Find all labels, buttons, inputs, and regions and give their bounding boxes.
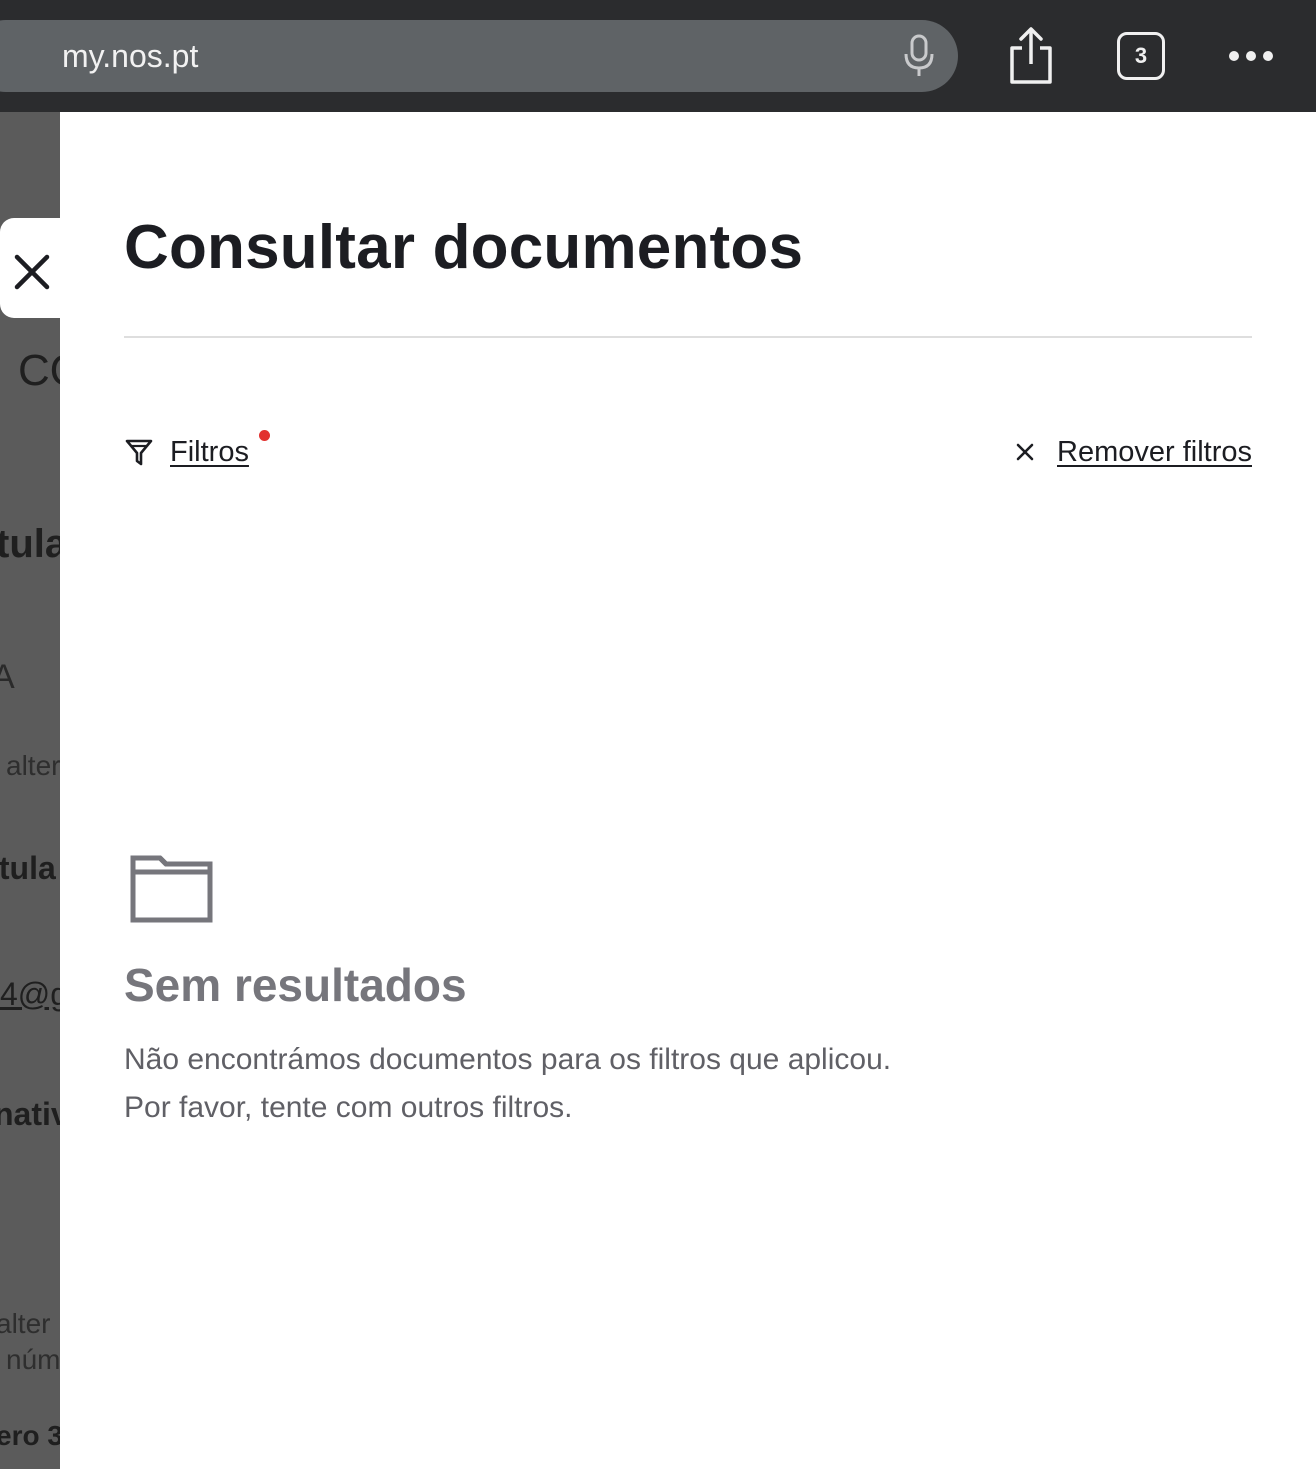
tab-count: 3: [1134, 43, 1148, 68]
more-options-icon[interactable]: [1226, 48, 1276, 64]
browser-toolbar: my.nos.pt 3: [0, 0, 1316, 112]
share-icon[interactable]: [1006, 26, 1056, 86]
remove-filters-button[interactable]: Remover filtros: [1015, 432, 1252, 472]
filters-label: Filtros: [170, 435, 249, 468]
empty-folder-icon: [130, 855, 213, 923]
background-text-fragment: tula: [0, 522, 60, 566]
background-text-fragment: alter: [6, 750, 60, 781]
background-text-fragment: núm: [6, 1344, 60, 1375]
filters-button[interactable]: Filtros: [124, 432, 249, 472]
documents-panel: Consultar documentos Filtros Remover fil…: [60, 112, 1316, 1469]
url-text: my.nos.pt: [62, 38, 199, 74]
background-text-fragment: ero 3: [0, 1420, 60, 1451]
empty-state-message: Não encontrámos documentos para os filtr…: [124, 1036, 1124, 1132]
close-icon: [14, 254, 50, 290]
background-text-fragment: itula: [0, 850, 56, 886]
filter-icon: [125, 439, 153, 466]
remove-filters-label: Remover filtros: [1057, 435, 1252, 468]
empty-state-line: Não encontrámos documentos para os filtr…: [124, 1043, 892, 1076]
background-text-fragment: CO: [18, 346, 60, 395]
active-filter-indicator: [259, 430, 270, 441]
microphone-icon[interactable]: [902, 34, 936, 78]
page-title: Consultar documentos: [124, 213, 804, 282]
close-panel-button[interactable]: [0, 218, 62, 318]
empty-state-title: Sem resultados: [124, 959, 467, 1011]
tabs-button[interactable]: 3: [1117, 32, 1165, 80]
empty-state-line: Por favor, tente com outros filtros.: [124, 1091, 573, 1124]
background-text-fragment: A: [0, 658, 15, 696]
background-text-fragment: 4@g: [0, 976, 60, 1012]
background-text-fragment: nativ: [0, 1096, 60, 1132]
address-bar[interactable]: my.nos.pt: [0, 20, 958, 92]
divider: [124, 336, 1252, 338]
background-text-fragment: alter: [0, 1308, 51, 1339]
close-icon: [1016, 443, 1034, 461]
